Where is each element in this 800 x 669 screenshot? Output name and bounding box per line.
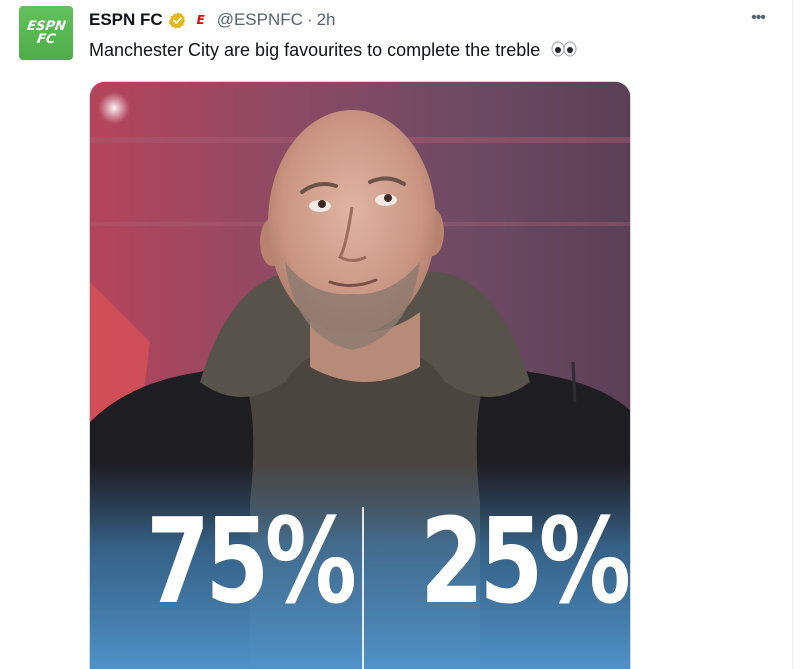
stat-divider bbox=[362, 507, 364, 669]
tweet-header: ESPN FC E @ESPNFC · 2h bbox=[89, 9, 336, 31]
tweet-text: Manchester City are big favourites to co… bbox=[89, 40, 579, 62]
display-name[interactable]: ESPN FC bbox=[89, 10, 163, 30]
handle[interactable]: @ESPNFC bbox=[217, 10, 303, 30]
tweet-media-image[interactable]: 75% 25% bbox=[89, 81, 631, 669]
affiliate-badge-icon[interactable]: E bbox=[194, 13, 208, 27]
avatar[interactable]: ESPN FC bbox=[19, 6, 73, 60]
tweet-card[interactable]: ESPN FC ESPN FC E @ESPNFC · 2h ••• Manch… bbox=[0, 0, 800, 669]
more-options-icon[interactable]: ••• bbox=[746, 8, 770, 28]
stat-percentage: 25% bbox=[420, 492, 630, 630]
column-border bbox=[792, 0, 793, 669]
stat-percentage: 75% bbox=[146, 492, 357, 630]
avatar-logo-line2: FC bbox=[35, 31, 57, 47]
tweet-text-body: Manchester City are big favourites to co… bbox=[89, 40, 541, 60]
eyes-emoji-icon bbox=[549, 41, 579, 62]
timestamp[interactable]: 2h bbox=[317, 10, 336, 30]
verified-gold-icon[interactable] bbox=[168, 11, 187, 30]
avatar-logo-line1: ESPN bbox=[25, 18, 67, 34]
separator-dot: · bbox=[306, 10, 313, 29]
